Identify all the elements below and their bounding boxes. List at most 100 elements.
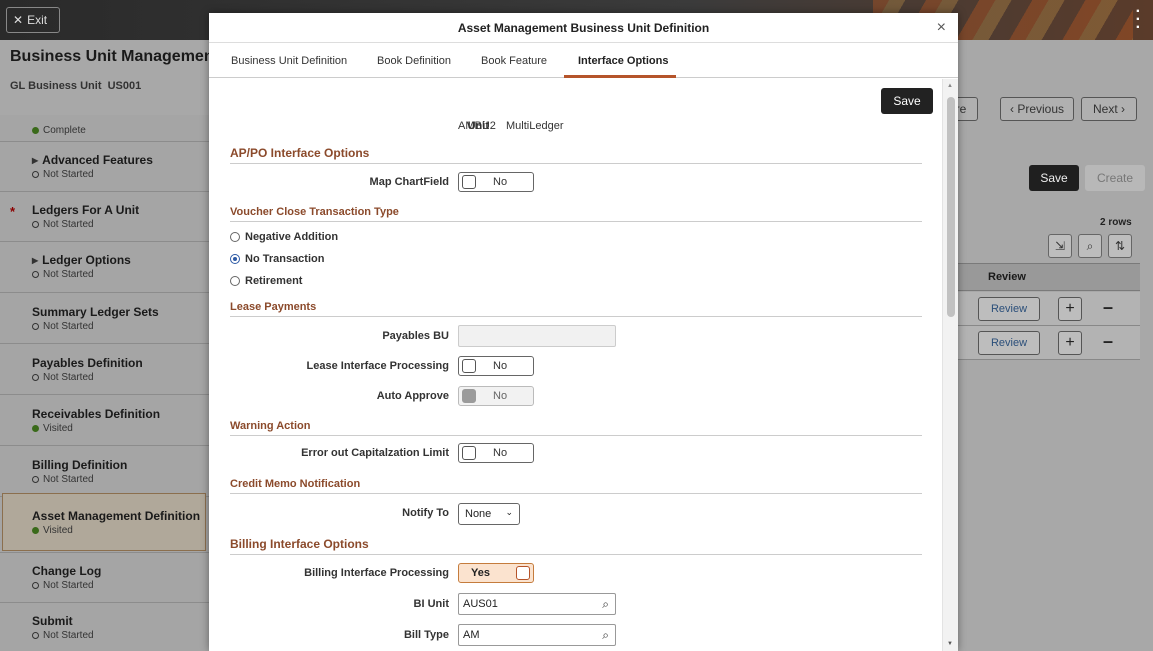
step-title: Submit: [32, 614, 73, 628]
tab-book-definition[interactable]: Book Definition: [377, 55, 451, 67]
toggle-knob: [516, 566, 530, 580]
step-status: Not Started: [43, 630, 94, 641]
step-complete-partial[interactable]: Complete: [10, 123, 206, 136]
tab-book-feature[interactable]: Book Feature: [481, 55, 547, 67]
lease-processing-toggle[interactable]: No: [458, 356, 534, 376]
status-circle-icon: [32, 374, 39, 381]
modal-header: Asset Management Business Unit Definitio…: [209, 13, 958, 43]
save-button[interactable]: Save: [881, 88, 933, 114]
step-change-log[interactable]: Change Log Not Started: [10, 564, 206, 591]
scroll-down-icon[interactable]: ▼: [947, 641, 953, 647]
step-billing-definition[interactable]: Billing Definition Not Started: [10, 458, 206, 485]
billing-processing-label: Billing Interface Processing: [304, 567, 449, 579]
scroll-thumb[interactable]: [947, 97, 955, 317]
map-chartfield-label: Map ChartField: [369, 176, 449, 188]
auto-approve-toggle[interactable]: No: [458, 386, 534, 406]
step-title: Billing Definition: [32, 458, 128, 472]
save-button-bg[interactable]: Save: [1029, 165, 1079, 191]
export-icon[interactable]: ⇲: [1048, 234, 1072, 258]
step-summary-ledger-sets[interactable]: Summary Ledger Sets Not Started: [10, 305, 206, 332]
payables-bu-input[interactable]: [458, 325, 616, 347]
previous-label: Previous: [1017, 102, 1065, 116]
close-icon: ✕: [13, 13, 24, 27]
chevron-down-icon: ⌄: [505, 507, 513, 517]
step-ledgers-for-a-unit[interactable]: * Ledgers For A Unit Not Started: [10, 203, 206, 230]
close-icon[interactable]: ×: [937, 19, 946, 37]
steps-sidebar: Complete ▶ Advanced Features Not Started …: [0, 115, 210, 651]
step-title: Asset Management Definition: [32, 509, 201, 523]
radio-retirement[interactable]: Retirement: [230, 275, 302, 287]
create-label: Create: [1096, 171, 1134, 185]
status-circle-icon: [32, 476, 39, 483]
section-credit-memo: Credit Memo Notification: [230, 478, 922, 494]
bi-unit-input[interactable]: AUS01 ⌕: [458, 593, 616, 615]
save-label: Save: [893, 94, 921, 108]
previous-button[interactable]: ‹ Previous: [1000, 97, 1074, 121]
section-voucher-close: Voucher Close Transaction Type: [230, 206, 922, 222]
step-submit[interactable]: Submit Not Started: [10, 614, 206, 641]
gl-unit-value: US001: [107, 80, 142, 92]
status-circle-icon: [32, 171, 39, 178]
chevron-right-icon: ›: [1117, 102, 1126, 116]
section-billing-interface: Billing Interface Options: [230, 537, 922, 555]
search-icon[interactable]: ⌕: [1078, 234, 1102, 258]
tab-interface-options[interactable]: Interface Options: [578, 55, 668, 67]
radio-negative-addition[interactable]: Negative Addition: [230, 231, 338, 243]
bi-unit-value: AUS01: [463, 598, 498, 610]
step-status: Not Started: [43, 269, 94, 280]
add-row-icon[interactable]: +: [1058, 297, 1082, 321]
grid-header: Review: [958, 263, 1140, 291]
radio-icon: [230, 232, 240, 242]
step-status: Complete: [43, 125, 86, 136]
step-title: Ledgers For A Unit: [32, 203, 140, 217]
table-row: Review + –: [958, 326, 1140, 360]
status-circle-icon: [32, 271, 39, 278]
page-title: Business Unit Management: [10, 48, 219, 65]
step-payables-definition[interactable]: Payables Definition Not Started: [10, 356, 206, 383]
error-cap-limit-label: Error out Capitalzation Limit: [301, 447, 449, 459]
sort-icon[interactable]: ⇅: [1108, 234, 1132, 258]
billing-processing-toggle[interactable]: Yes: [458, 563, 534, 583]
toggle-knob: [462, 389, 476, 403]
search-icon[interactable]: ⌕: [602, 628, 609, 643]
review-column-header: Review: [988, 271, 1026, 283]
radio-label: Retirement: [245, 275, 303, 287]
row-count: 2 rows: [1100, 217, 1132, 228]
toggle-knob: [462, 359, 476, 373]
exit-button[interactable]: ✕ Exit: [6, 7, 60, 33]
step-asset-management-definition[interactable]: Asset Management Definition Visited: [10, 509, 206, 536]
review-button[interactable]: Review: [978, 297, 1040, 321]
add-row-icon[interactable]: +: [1058, 331, 1082, 355]
section-warning-action: Warning Action: [230, 420, 922, 436]
map-chartfield-toggle[interactable]: No: [458, 172, 534, 192]
step-advanced-features[interactable]: ▶ Advanced Features Not Started: [10, 153, 206, 180]
notify-to-select[interactable]: None ⌄: [458, 503, 520, 525]
step-status: Not Started: [43, 321, 94, 332]
status-circle-icon: [32, 582, 39, 589]
step-status: Not Started: [43, 580, 94, 591]
chevron-left-icon: ‹: [1009, 102, 1018, 116]
visited-dot-icon: [32, 425, 39, 432]
select-value: None: [465, 508, 492, 520]
step-receivables-definition[interactable]: Receivables Definition Visited: [10, 407, 206, 434]
delete-row-icon[interactable]: –: [1103, 331, 1113, 352]
delete-row-icon[interactable]: –: [1103, 297, 1113, 318]
step-ledger-options[interactable]: ▶ Ledger Options Not Started: [10, 253, 206, 280]
vertical-scrollbar[interactable]: ▲ ▼: [942, 79, 958, 651]
toggle-knob: [462, 175, 476, 189]
next-button[interactable]: Next ›: [1081, 97, 1137, 121]
radio-no-transaction[interactable]: No Transaction: [230, 253, 324, 265]
exit-label: Exit: [27, 13, 48, 27]
create-button[interactable]: Create: [1085, 165, 1145, 191]
bill-type-input[interactable]: AM ⌕: [458, 624, 616, 646]
modal-title: Asset Management Business Unit Definitio…: [457, 21, 710, 35]
kebab-icon[interactable]: · · ·: [1136, 4, 1141, 36]
review-button[interactable]: Review: [978, 331, 1040, 355]
scroll-up-icon[interactable]: ▲: [947, 83, 953, 89]
step-status: Not Started: [43, 474, 94, 485]
tab-business-unit-definition[interactable]: Business Unit Definition: [231, 55, 347, 67]
required-icon: *: [10, 204, 16, 219]
error-cap-limit-toggle[interactable]: No: [458, 443, 534, 463]
chevron-right-icon: ▶: [32, 155, 39, 165]
search-icon[interactable]: ⌕: [602, 597, 609, 612]
